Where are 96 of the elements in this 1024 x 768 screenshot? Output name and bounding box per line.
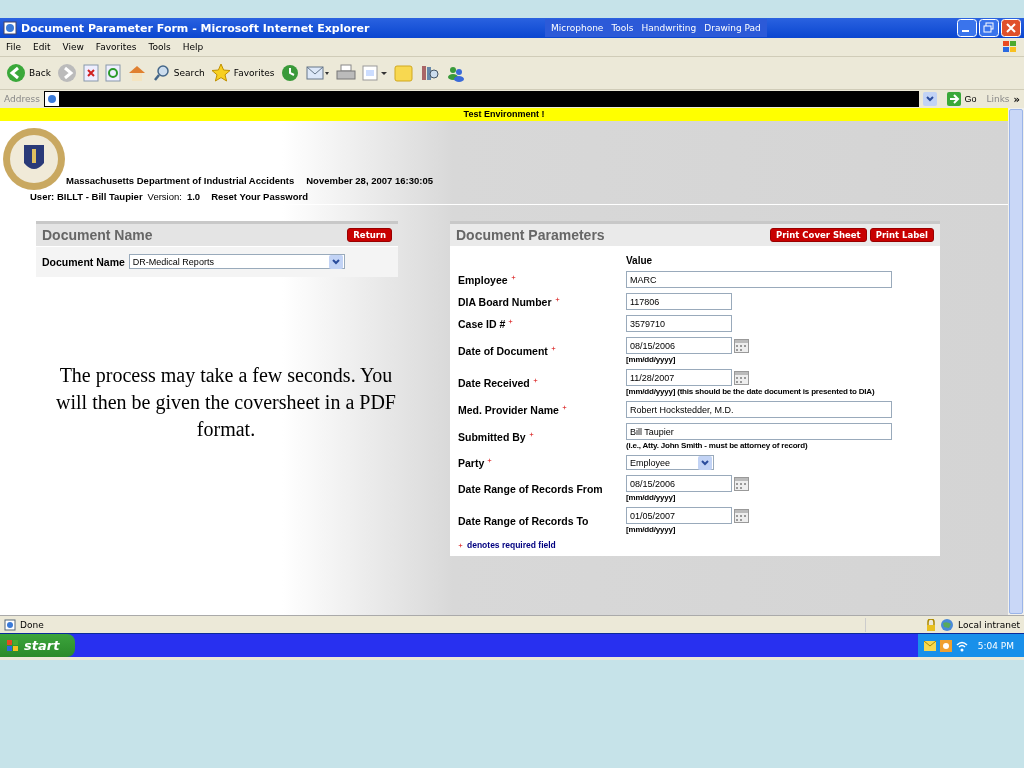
field-label: Date Received: [458, 376, 530, 389]
field-label: Med. Provider Name: [458, 403, 559, 416]
panel-title: Document Parameters: [456, 227, 605, 243]
print-icon[interactable]: [336, 64, 357, 82]
search-button[interactable]: Search: [152, 64, 205, 82]
print-button[interactable]: Print Cover Sheet: [769, 228, 867, 242]
windows-flag-icon: [6, 638, 20, 653]
go-arrow-icon: [947, 92, 962, 106]
go-button[interactable]: Go: [941, 92, 983, 106]
language-bar-item[interactable]: Handwriting: [641, 23, 697, 33]
menu-item[interactable]: Favorites: [95, 42, 137, 52]
field-label: Date Range of Records To: [458, 514, 589, 527]
minimize-icon[interactable]: [957, 19, 977, 37]
date-field[interactable]: 01/05/2007: [626, 507, 732, 524]
environment-banner: Test Environment !: [0, 108, 1008, 121]
party-dropdown[interactable]: Employee: [626, 455, 714, 470]
security-zone: Local intranet: [958, 619, 1020, 630]
field-hint: [mm/dd/yyyy] (this should be the date document is presented to DIA): [626, 387, 876, 396]
stop-icon[interactable]: [82, 64, 99, 82]
text-field[interactable]: 3579710: [626, 315, 732, 332]
field-label: Date Range of Records From: [458, 482, 603, 495]
page-icon: [4, 618, 16, 631]
status-text: Done: [20, 619, 44, 630]
field-label: Party: [458, 456, 485, 469]
scrollbar[interactable]: [1008, 108, 1024, 615]
field-hint: [mm/dd/yyyy]: [626, 355, 677, 364]
date-field[interactable]: 08/15/2006: [626, 337, 732, 354]
restore-icon[interactable]: [979, 19, 999, 37]
wireless-icon[interactable]: [955, 639, 968, 652]
browser-icon: [3, 21, 17, 35]
envelope-icon[interactable]: [923, 640, 936, 651]
messenger-icon[interactable]: [446, 64, 467, 82]
field-label: Submitted By: [458, 430, 526, 443]
refresh-icon[interactable]: [104, 64, 121, 82]
page-icon: [43, 91, 60, 107]
field-label: Document Name: [42, 255, 125, 268]
column-header: Value: [626, 255, 654, 266]
close-icon[interactable]: [1001, 19, 1021, 37]
print-button[interactable]: Print Label: [869, 228, 934, 242]
start-button[interactable]: start: [0, 634, 76, 657]
date-field[interactable]: 11/28/2007: [626, 369, 732, 386]
return-button[interactable]: Return: [347, 228, 392, 242]
history-icon[interactable]: [280, 63, 301, 83]
field-label: Date of Document: [458, 344, 548, 357]
user-info: User: BILLT - Bill Taupier: [30, 191, 143, 202]
mail-icon[interactable]: [306, 64, 331, 82]
address-field[interactable]: [43, 91, 920, 107]
clock: 5:04 PM: [977, 640, 1014, 651]
slide-caption: The process may take a few seconds. You will then be given the coversheet in a PDF format.: [55, 363, 397, 442]
language-bar-item[interactable]: Microphone: [551, 23, 604, 33]
text-field[interactable]: Bill Taupier: [626, 423, 892, 440]
text-field[interactable]: Robert Hockstedder, M.D.: [626, 401, 892, 418]
menu-item[interactable]: Help: [182, 42, 204, 52]
text-field[interactable]: 117806: [626, 293, 732, 310]
date-time: November 28, 2007 16:30:05: [306, 175, 433, 186]
lock-icon: [926, 618, 937, 631]
version-number: 1.0: [186, 191, 201, 202]
menu-item[interactable]: Tools: [148, 42, 171, 52]
field-label: DIA Board Number: [458, 295, 552, 308]
version-label: Version:: [147, 191, 182, 202]
menu-item[interactable]: File: [6, 42, 22, 52]
windows-flag-icon: [1002, 40, 1018, 54]
calendar-icon[interactable]: [734, 476, 749, 491]
globe-icon: [940, 617, 955, 632]
required-legend-icon: [458, 543, 463, 548]
field-hint: [mm/dd/yyyy]: [626, 525, 677, 534]
panel-title: Document Name: [42, 227, 153, 243]
field-hint: (i.e., Atty. John Smith - must be attorney of record): [626, 441, 809, 450]
agency-name: Massachusetts Department of Industrial Accidents: [66, 175, 295, 186]
menu-item[interactable]: View: [62, 42, 84, 52]
forward-icon[interactable]: [56, 63, 77, 83]
favorites-button[interactable]: Favorites: [210, 63, 275, 83]
field-label: Case ID #: [458, 317, 506, 330]
calendar-icon[interactable]: [734, 508, 749, 523]
address-label: Address: [4, 94, 40, 104]
menu-item[interactable]: Edit: [33, 42, 51, 52]
seal-icon: [2, 127, 66, 191]
edit-icon[interactable]: [362, 64, 389, 82]
text-field[interactable]: MARC: [626, 271, 892, 288]
window-title: Document Parameter Form - Microsoft Internet Explorer: [21, 21, 371, 35]
date-field[interactable]: 08/15/2006: [626, 475, 732, 492]
language-bar-item[interactable]: Drawing Pad: [704, 23, 761, 33]
reset-password-link[interactable]: Reset Your Password: [211, 191, 308, 202]
document-name-dropdown[interactable]: DR-Medical Reports: [128, 254, 345, 269]
field-hint: [mm/dd/yyyy]: [626, 493, 677, 502]
back-button[interactable]: Back: [6, 63, 51, 83]
chevron-button[interactable]: »: [1013, 93, 1020, 105]
tray-app-icon[interactable]: [939, 639, 952, 652]
calendar-icon[interactable]: [734, 338, 749, 353]
field-label: Employee: [458, 273, 508, 286]
language-bar-item[interactable]: Tools: [611, 23, 634, 33]
research-icon[interactable]: [420, 64, 441, 82]
star-icon: [210, 63, 231, 83]
search-icon: [152, 64, 171, 82]
required-note: denotes required field: [467, 540, 556, 550]
calendar-icon[interactable]: [734, 370, 749, 385]
